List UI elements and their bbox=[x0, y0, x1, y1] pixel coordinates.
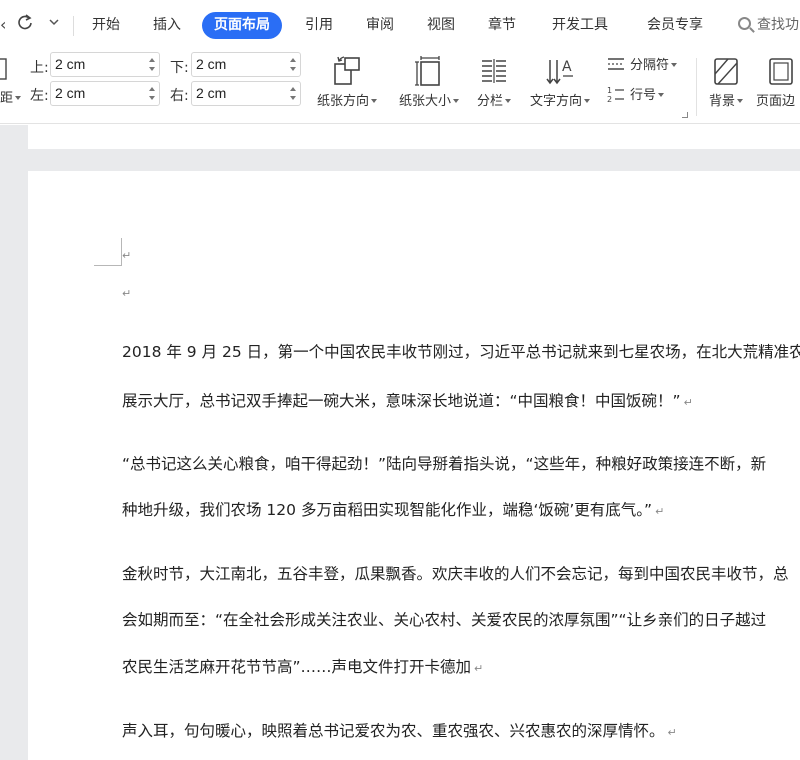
ribbon-toolbar: 距 上: 2 cm 左: 2 cm 下: 2 cm 右: 2 cm 纸张方向 纸… bbox=[0, 50, 800, 124]
tab-member[interactable]: 会员专享 bbox=[635, 12, 715, 39]
line-numbers-icon: 1 2 bbox=[607, 86, 624, 104]
margin-right-input[interactable]: 2 cm bbox=[191, 81, 301, 106]
columns-button[interactable]: 分栏 bbox=[470, 50, 518, 124]
svg-text:1: 1 bbox=[607, 86, 612, 95]
text-direction-label: 文字方向 bbox=[529, 94, 582, 109]
paragraph-mark: ↵ bbox=[683, 396, 693, 409]
document-text-line[interactable]: 会如期而至：“在全社会形成关注农业、关心农村、关爱农民的浓厚氛围”“让乡亲们的日… bbox=[122, 609, 766, 631]
background-label: 背景 bbox=[708, 94, 735, 109]
document-text-line[interactable]: 2018 年 9 月 25 日，第一个中国农民丰收节刚过，习近平总书记就来到七星… bbox=[122, 341, 800, 363]
margin-top-input[interactable]: 2 cm bbox=[50, 52, 160, 77]
menu-tab-bar: ‹ 开始 插入 页面布局 引用 审阅 视图 章节 开发工具 会员专享 查找功 bbox=[0, 0, 800, 50]
margin-bottom-label: 下: bbox=[170, 60, 189, 76]
tab-insert[interactable]: 插入 bbox=[141, 12, 193, 39]
tab-references[interactable]: 引用 bbox=[293, 12, 345, 39]
undo-arrow-icon[interactable]: ‹ bbox=[0, 13, 6, 37]
paragraph-mark: ↵ bbox=[122, 249, 132, 262]
search-function[interactable]: 查找功 bbox=[738, 12, 799, 39]
tab-developer[interactable]: 开发工具 bbox=[540, 12, 620, 39]
paper-orientation-label: 纸张方向 bbox=[316, 94, 369, 109]
margins-button-label-fragment[interactable]: 距 bbox=[0, 87, 22, 106]
paragraph-mark: ↵ bbox=[122, 287, 132, 300]
previous-page-bottom bbox=[28, 125, 800, 149]
group-divider bbox=[696, 58, 697, 116]
document-text-line[interactable]: 农民生活芝麻开花节节高”……声电文件打开卡德加 ↵ bbox=[122, 656, 483, 680]
document-text-line[interactable]: 声入耳，句句暖心，映照着总书记爱农为农、重农强农、兴农惠农的深厚情怀。 ↵ bbox=[122, 720, 677, 744]
tab-divider bbox=[73, 16, 74, 36]
document-text-line[interactable]: “总书记这么关心粮食，咱干得起劲！”陆向导掰着指头说，“这些年，种粮好政策接连不… bbox=[122, 453, 766, 475]
svg-text:2: 2 bbox=[607, 95, 612, 103]
dialog-launcher-icon[interactable] bbox=[682, 112, 688, 118]
search-label: 查找功 bbox=[757, 17, 799, 33]
tab-review[interactable]: 审阅 bbox=[354, 12, 406, 39]
spinner-arrows-icon[interactable] bbox=[148, 55, 156, 74]
quick-access-dropdown-icon[interactable] bbox=[48, 13, 60, 38]
columns-icon bbox=[482, 59, 506, 83]
document-text-line[interactable]: 展示大厅，总书记双手捧起一碗大米，意味深长地说道：“中国粮食！中国饭碗！” ↵ bbox=[122, 390, 693, 414]
paragraph-mark: ↵ bbox=[667, 726, 677, 739]
line-numbers-button[interactable]: 1 2 行号 bbox=[606, 85, 665, 107]
margins-button-fragment-icon[interactable] bbox=[0, 58, 8, 84]
tab-view[interactable]: 视图 bbox=[415, 12, 467, 39]
spinner-arrows-icon[interactable] bbox=[289, 84, 297, 103]
line-numbers-label: 行号 bbox=[630, 88, 657, 103]
margin-corner-mark bbox=[94, 265, 122, 266]
background-icon bbox=[714, 58, 738, 85]
background-button[interactable]: 背景 bbox=[700, 50, 752, 124]
paragraph-mark: ↵ bbox=[474, 662, 484, 675]
margin-left-label: 左: bbox=[30, 88, 49, 104]
spinner-arrows-icon[interactable] bbox=[148, 84, 156, 103]
page-border-label: 页面边 bbox=[756, 94, 796, 109]
search-icon bbox=[738, 17, 751, 30]
margin-left-input[interactable]: 2 cm bbox=[50, 81, 160, 106]
breaks-label: 分隔符 bbox=[630, 58, 670, 73]
breaks-button[interactable]: 分隔符 bbox=[606, 55, 678, 77]
tab-chapter[interactable]: 章节 bbox=[476, 12, 528, 39]
tab-page-layout[interactable]: 页面布局 bbox=[202, 12, 282, 39]
margin-bottom-input[interactable]: 2 cm bbox=[191, 52, 301, 77]
paper-size-icon bbox=[415, 56, 440, 86]
paper-orientation-icon bbox=[334, 56, 360, 85]
paper-orientation-button[interactable]: 纸张方向 bbox=[310, 50, 384, 124]
spinner-arrows-icon[interactable] bbox=[289, 55, 297, 74]
paper-size-label: 纸张大小 bbox=[398, 94, 451, 109]
page-border-icon bbox=[769, 58, 793, 85]
columns-label: 分栏 bbox=[476, 94, 503, 109]
tab-home[interactable]: 开始 bbox=[80, 12, 132, 39]
document-text-line[interactable]: 金秋时节，大江南北，五谷丰登，瓜果飘香。欢庆丰收的人们不会忘记，每到中国农民丰收… bbox=[122, 563, 789, 585]
text-direction-button[interactable]: A 文字方向 bbox=[522, 50, 598, 124]
breaks-icon bbox=[608, 58, 624, 70]
paragraph-mark: ↵ bbox=[655, 505, 665, 518]
svg-text:A: A bbox=[562, 59, 572, 75]
document-text-line[interactable]: 种地升级，我们农场 120 多万亩稻田实现智能化作业，端稳‘饭碗’更有底气。” ↵ bbox=[122, 499, 664, 523]
margin-top-label: 上: bbox=[30, 60, 49, 76]
page-border-button[interactable]: 页面边 bbox=[754, 50, 800, 124]
text-direction-icon: A bbox=[546, 59, 573, 85]
margin-right-label: 右: bbox=[170, 88, 189, 104]
redo-icon[interactable] bbox=[16, 13, 34, 38]
paper-size-button[interactable]: 纸张大小 bbox=[392, 50, 466, 124]
